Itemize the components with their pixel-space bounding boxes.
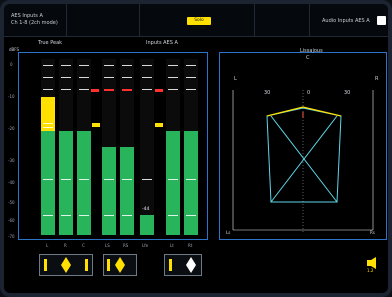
top-divider (309, 4, 310, 36)
channel-label-L: L (46, 243, 49, 248)
speaker-group-front[interactable] (39, 254, 93, 276)
scale-tick: -10 (8, 94, 15, 99)
scale-tick: -70 (8, 234, 15, 239)
diamond-icon (169, 257, 196, 273)
top-divider (66, 4, 67, 36)
level-marker (92, 123, 100, 127)
lfe-readout: -44 (142, 207, 150, 212)
true-peak-label: True Peak (38, 40, 63, 46)
scale-tick: -50 (8, 200, 15, 205)
scale-tick: -40 (8, 180, 15, 185)
meter-RS (120, 59, 134, 235)
top-divider (139, 4, 140, 36)
scale-tick: -60 (8, 218, 15, 223)
top-status-bar: AES Inputs A Ch 1-8 (2ch mode) Solo Phas… (4, 4, 388, 37)
scale-tick: -20 (8, 126, 15, 131)
channel-label-C: C (82, 243, 85, 248)
meter-C (77, 59, 91, 235)
speaker-group-lt-rt[interactable] (164, 254, 202, 276)
channel-label-Lt: Lt (170, 243, 174, 248)
meter-L (41, 59, 55, 235)
input-source-line1: AES Inputs A (11, 13, 43, 19)
diamond-icon (44, 257, 88, 273)
peak-marker (91, 89, 99, 92)
channel-label-Rt: Rt (188, 243, 193, 248)
input-source-line2: Ch 1-8 (2ch mode) (11, 20, 58, 26)
bottom-readout: 1.2 (367, 268, 374, 273)
meter-Rt (184, 59, 198, 235)
audio-monitor-screen: AES Inputs A Ch 1-8 (2ch mode) Solo Phas… (0, 0, 392, 297)
channel-label-LS: LS (105, 243, 110, 248)
inputs-label: Inputs AES A (146, 40, 178, 46)
channel-label-Lfe: Lfe (142, 243, 149, 248)
diamond-icon (107, 257, 125, 273)
menu-square-icon[interactable] (377, 16, 386, 25)
meter-LS (102, 59, 116, 235)
surround-vector-plot (232, 90, 374, 232)
audio-input-label: Audio Inputs AES A (322, 18, 370, 24)
speaker-icon[interactable] (366, 254, 378, 269)
speaker-group-surround[interactable] (103, 254, 137, 276)
scale-tick: 0 (10, 62, 13, 67)
scale-tick: -30 (8, 158, 15, 163)
level-marker (155, 123, 163, 127)
peak-marker (155, 89, 163, 92)
channel-label-R: R (64, 243, 67, 248)
meter-R (59, 59, 73, 235)
solo-phase-button[interactable]: Solo Phase (187, 17, 211, 31)
meter-Lt (166, 59, 180, 235)
channel-label-RS: RS (123, 243, 129, 248)
top-divider (254, 4, 255, 36)
